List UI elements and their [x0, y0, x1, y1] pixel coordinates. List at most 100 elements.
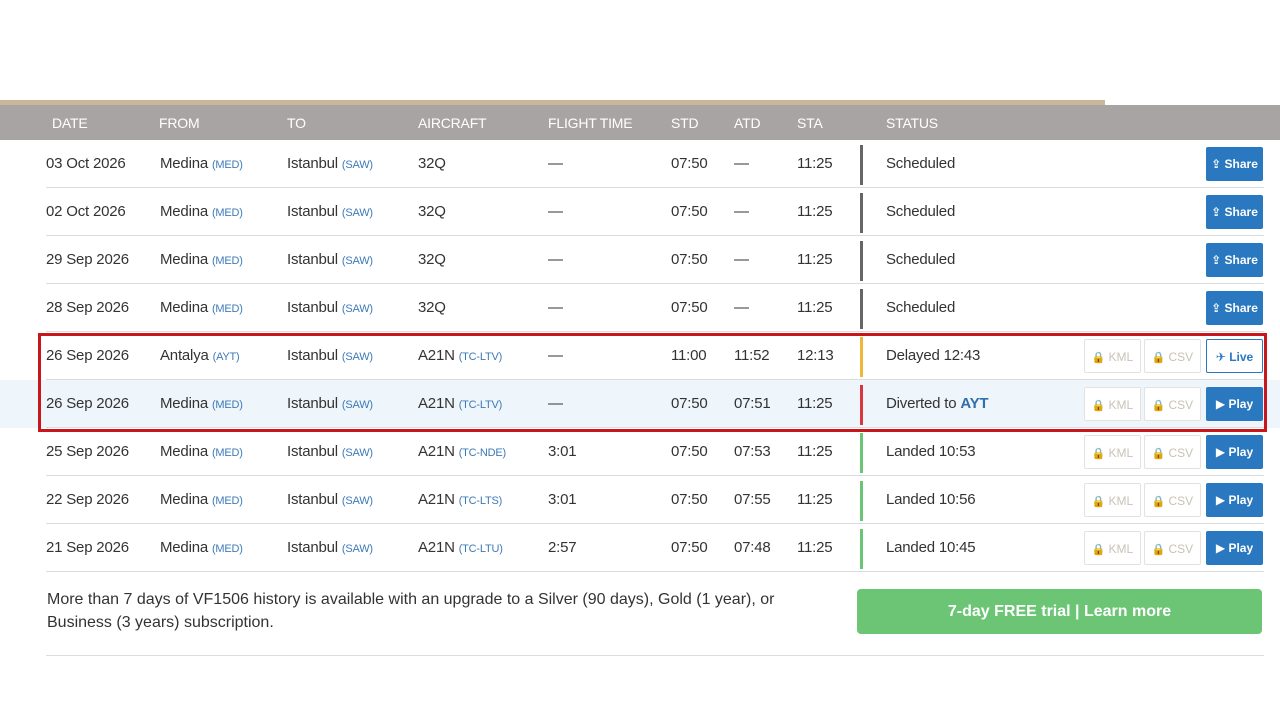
status-indicator-bar [860, 481, 863, 521]
cell-to-code: (SAW) [341, 303, 373, 315]
cell-date: 02 Oct 2026 [46, 188, 126, 236]
diverted-airport-link[interactable]: AYT [960, 395, 988, 412]
cell-to-code: (SAW) [341, 447, 373, 459]
header-to: TO [287, 115, 306, 131]
status-indicator-bar [860, 193, 863, 233]
cell-aircraft: A21N (TC-LTS) [418, 476, 502, 524]
cell-sta-value: 12:13 [797, 347, 834, 364]
cell-to: Istanbul (SAW) [287, 428, 373, 476]
csv-download-button[interactable]: 🔒 CSV [1144, 483, 1201, 517]
cell-flight-time: — [548, 332, 563, 380]
button-label: CSV [1168, 494, 1194, 508]
plane-icon: ✈ [1215, 350, 1230, 364]
cell-aircraft-value: 32Q [418, 251, 446, 268]
cell-sta: 11:25 [797, 428, 833, 476]
live-button[interactable]: ✈ Live [1206, 339, 1263, 373]
csv-download-button[interactable]: 🔒 CSV [1144, 339, 1201, 373]
share-icon: ⇪ [1211, 301, 1225, 315]
csv-download-button[interactable]: 🔒 CSV [1144, 531, 1201, 565]
cell-sta: 11:25 [797, 380, 833, 428]
table-row: 02 Oct 2026 Medina (MED) Istanbul (SAW) 32Q… [0, 188, 1280, 236]
cell-aircraft-code: (TC-NDE) [458, 447, 506, 459]
cell-date-value: 22 Sep 2026 [46, 491, 129, 508]
cell-to: Istanbul (SAW) [287, 524, 373, 572]
cell-from-value: Medina [160, 299, 208, 316]
status-indicator-bar [860, 241, 863, 281]
cell-status-value: Scheduled [886, 203, 956, 220]
cell-status-value: Diverted to [886, 395, 957, 412]
share-button[interactable]: ⇪ Share [1206, 243, 1263, 277]
play-button[interactable]: ▶ Play [1206, 387, 1263, 421]
table-row: 26 Sep 2026 Antalya (AYT) Istanbul (SAW) A2… [0, 332, 1280, 380]
button-label: Live [1229, 350, 1254, 364]
cell-atd-value: — [734, 251, 749, 268]
cell-flight-time-value: 3:01 [548, 491, 577, 508]
lock-icon: 🔒 [1091, 448, 1106, 460]
cell-from-code: (MED) [211, 495, 243, 507]
cell-status-value: Landed 10:53 [886, 443, 976, 460]
cell-atd: — [734, 284, 749, 332]
cell-to-value: Istanbul [287, 443, 338, 460]
cell-to: Istanbul (SAW) [287, 476, 373, 524]
cell-aircraft-value: A21N [418, 539, 455, 556]
cell-date: 21 Sep 2026 [46, 524, 129, 572]
kml-download-button[interactable]: 🔒 KML [1084, 483, 1141, 517]
cell-from: Medina (MED) [160, 476, 243, 524]
cell-std: 07:50 [671, 380, 708, 428]
play-button[interactable]: ▶ Play [1206, 531, 1263, 565]
cell-atd: 11:52 [734, 332, 770, 380]
cell-sta-value: 11:25 [797, 299, 833, 316]
cell-status: Scheduled [886, 236, 955, 284]
kml-download-button[interactable]: 🔒 KML [1084, 387, 1141, 421]
cell-status-value: Scheduled [886, 299, 956, 316]
cell-to-code: (SAW) [341, 207, 373, 219]
cell-atd: — [734, 140, 749, 188]
cell-date-value: 02 Oct 2026 [46, 203, 126, 220]
cell-flight-time-value: — [548, 251, 563, 268]
cell-atd-value: 07:55 [734, 491, 771, 508]
cell-flight-time-value: — [548, 155, 563, 172]
button-label: CSV [1168, 398, 1194, 412]
cell-atd: 07:53 [734, 428, 771, 476]
cell-aircraft-code: (TC-LTS) [458, 495, 503, 507]
csv-download-button[interactable]: 🔒 CSV [1144, 387, 1201, 421]
share-icon: ⇪ [1211, 157, 1225, 171]
button-label: CSV [1168, 542, 1194, 556]
table-row: 26 Sep 2026 Medina (MED) Istanbul (SAW) A21… [0, 380, 1280, 428]
cell-std-value: 07:50 [671, 299, 708, 316]
cell-std-value: 07:50 [671, 155, 708, 172]
cell-flight-time-value: — [548, 203, 563, 220]
kml-download-button[interactable]: 🔒 KML [1084, 339, 1141, 373]
status-indicator-bar [860, 433, 863, 473]
share-button[interactable]: ⇪ Share [1206, 195, 1263, 229]
free-trial-button[interactable]: 7-day FREE trial | Learn more [857, 589, 1262, 634]
cell-aircraft-code: (TC-LTV) [458, 399, 503, 411]
share-button[interactable]: ⇪ Share [1206, 291, 1263, 325]
cell-std: 11:00 [671, 332, 707, 380]
cell-std-value: 11:00 [671, 347, 707, 364]
cell-date: 03 Oct 2026 [46, 140, 126, 188]
header-date: DATE [52, 115, 88, 131]
csv-download-button[interactable]: 🔒 CSV [1144, 435, 1201, 469]
share-button[interactable]: ⇪ Share [1206, 147, 1263, 181]
lock-icon: 🔒 [1091, 352, 1106, 364]
kml-download-button[interactable]: 🔒 KML [1084, 531, 1141, 565]
cell-date: 26 Sep 2026 [46, 332, 129, 380]
cell-aircraft-value: 32Q [418, 299, 446, 316]
cell-std: 07:50 [671, 236, 708, 284]
play-button[interactable]: ▶ Play [1206, 483, 1263, 517]
cell-status: Scheduled [886, 188, 955, 236]
cell-sta-value: 11:25 [797, 491, 833, 508]
cell-std: 07:50 [671, 188, 708, 236]
cell-from-code: (AYT) [212, 351, 240, 363]
cell-sta-value: 11:25 [797, 203, 833, 220]
cell-status-value: Scheduled [886, 155, 956, 172]
cell-flight-time: — [548, 380, 563, 428]
kml-download-button[interactable]: 🔒 KML [1084, 435, 1141, 469]
row-divider [46, 571, 1264, 572]
lock-icon: 🔒 [1151, 352, 1166, 364]
cell-date-value: 25 Sep 2026 [46, 443, 129, 460]
button-label: Share [1224, 253, 1258, 267]
play-button[interactable]: ▶ Play [1206, 435, 1263, 469]
cell-date: 28 Sep 2026 [46, 284, 129, 332]
